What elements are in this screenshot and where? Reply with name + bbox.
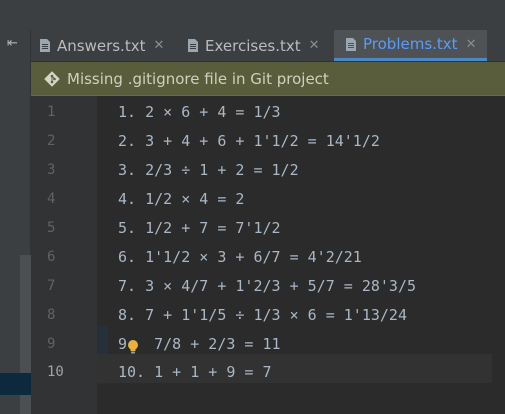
line-number: 8 (47, 307, 56, 323)
window-top-bar (0, 0, 505, 30)
code-line[interactable]: 9. 7/8 + 2/3 = 11 (118, 335, 281, 353)
tab-answers[interactable]: Answers.txt ✕ (39, 30, 179, 61)
code-editor[interactable]: 1. 2 × 6 + 4 = 1/3 2. 3 + 4 + 6 + 1'1/2 … (97, 96, 505, 414)
line-number: 7 (47, 278, 56, 294)
text-file-icon (187, 38, 199, 53)
code-line[interactable]: 3. 2/3 ÷ 1 + 2 = 1/2 (118, 161, 299, 179)
tab-label: Exercises.txt (205, 36, 301, 55)
project-sidebar: ⇤ (0, 30, 31, 414)
lightbulb-icon[interactable] (127, 339, 139, 359)
line-number: 5 (47, 220, 56, 236)
text-file-icon (39, 38, 51, 53)
code-line[interactable]: 1. 2 × 6 + 4 = 1/3 (118, 103, 281, 121)
tab-label: Problems.txt (363, 35, 458, 53)
tab-exercises[interactable]: Exercises.txt ✕ (187, 30, 331, 61)
line-number-gutter[interactable]: 1 2 3 4 5 6 7 8 9 10 (31, 96, 97, 414)
close-icon[interactable]: ✕ (309, 38, 320, 53)
line-number: 2 (47, 133, 56, 149)
code-line[interactable]: 4. 1/2 × 4 = 2 (118, 190, 244, 208)
code-line[interactable]: 7. 3 × 4/7 + 1'2/3 + 5/7 = 28'3/5 (118, 277, 416, 295)
pin-left-icon[interactable]: ⇤ (7, 36, 18, 51)
line-number: 3 (47, 162, 56, 178)
line-number: 4 (47, 191, 56, 207)
close-icon[interactable]: ✕ (466, 37, 477, 52)
tab-problems[interactable]: Problems.txt ✕ (334, 30, 487, 61)
line-number-current: 10 (47, 364, 64, 380)
code-line[interactable]: 2. 3 + 4 + 6 + 1'1/2 = 14'1/2 (118, 132, 380, 150)
banner-message: Missing .gitignore file in Git project (67, 69, 329, 88)
code-line[interactable]: 8. 7 + 1'1/5 ÷ 1/3 × 6 = 1'13/24 (118, 306, 407, 324)
line-number: 1 (47, 104, 56, 120)
code-line[interactable]: 5. 1/2 + 7 = 7'1/2 (118, 219, 281, 237)
code-line[interactable]: 6. 1'1/2 × 3 + 6/7 = 4'2/21 (118, 248, 362, 266)
git-notification-banner[interactable]: Missing .gitignore file in Git project (31, 62, 505, 96)
git-icon (44, 70, 60, 87)
code-line[interactable]: 10. 1 + 1 + 9 = 7 (118, 363, 272, 381)
tab-label: Answers.txt (57, 36, 146, 55)
line-number: 9 (47, 336, 56, 352)
close-icon[interactable]: ✕ (153, 38, 164, 53)
text-file-icon (345, 37, 357, 52)
editor-tab-bar: Answers.txt ✕ Exercises.txt ✕ Problems.t… (31, 30, 505, 62)
line-number: 6 (47, 249, 56, 265)
sidebar-selected-row[interactable] (0, 373, 31, 395)
